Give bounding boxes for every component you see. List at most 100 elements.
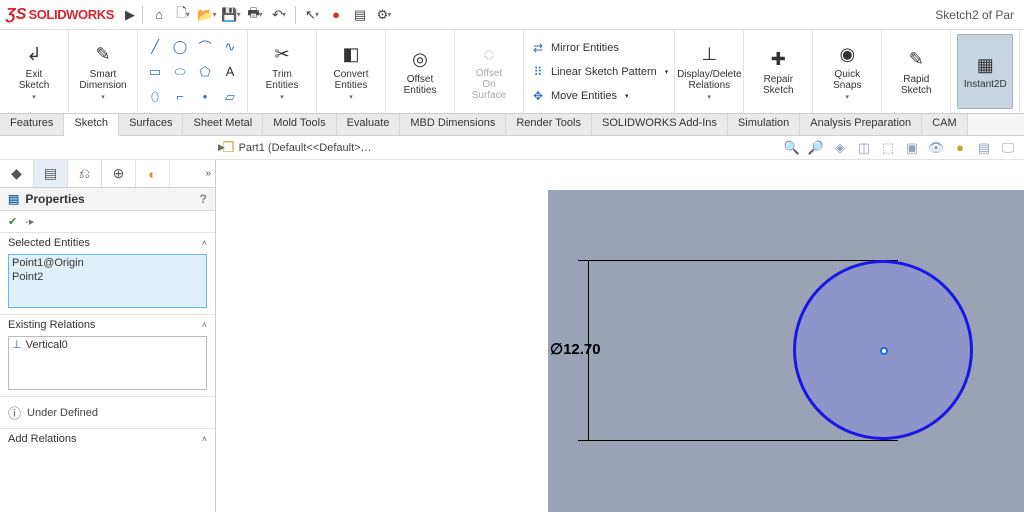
linear-pattern-button[interactable]: ⠿Linear Sketch Pattern▾ [530,61,668,83]
move-entities-button[interactable]: ✥Move Entities▾ [530,85,668,107]
breadcrumb-arrow-icon[interactable]: ▶ [218,142,225,153]
expand-menu-icon[interactable]: ▶ [120,5,140,25]
offset-surface-icon: ◌ [477,42,501,66]
home-icon[interactable]: ⌂ [149,5,169,25]
spline-tool-icon[interactable]: ∿ [219,36,241,58]
list-item[interactable]: Point1@Origin [12,257,203,271]
zoom-area-icon[interactable]: 🔎 [806,139,826,157]
edit-appearance-icon[interactable]: ● [950,139,970,157]
arc-tool-icon[interactable]: ⌒ [194,36,216,58]
chevron-up-icon: ˄ [202,238,207,248]
feature-manager-tab[interactable]: ◆ [0,160,34,187]
breadcrumb-bar: ▶ ❒ Part1 (Default<<Default>… 🔍 🔎 ◈ ◫ ⬚ … [0,136,1024,160]
dimension-label[interactable]: ∅12.70 [550,340,601,358]
info-icon: ⓘ [8,403,21,422]
fillet-tool-icon[interactable]: ⌐ [169,86,191,108]
offset-entities-button[interactable]: ◎OffsetEntities [392,34,448,109]
tab-sketch[interactable]: Sketch [64,114,119,136]
smart-dimension-button[interactable]: ✎SmartDimension▾ [75,34,131,109]
text-tool-icon[interactable]: A [219,61,241,83]
command-ribbon: ↲ExitSketch▾ ✎SmartDimension▾ ╱ ◯ ⌒ ∿ ▭ … [0,30,1024,114]
document-title: Sketch2 of Par [935,8,1018,22]
options-gear-icon[interactable]: ⚙▾ [374,5,394,25]
tab-render-tools[interactable]: Render Tools [506,114,592,135]
tab-analysis-preparation[interactable]: Analysis Preparation [800,114,922,135]
sketch-tools-palette: ╱ ◯ ⌒ ∿ ▭ ⬭ ⬠ A ⬯ ⌐ • ▱ [144,36,241,108]
print-icon[interactable]: 🖶▾ [245,5,265,25]
tab-solidworks-add-ins[interactable]: SOLIDWORKS Add-Ins [592,114,728,135]
repair-sketch-button[interactable]: ✚RepairSketch [750,34,806,109]
quick-snaps-button[interactable]: ◉QuickSnaps▾ [819,34,875,109]
mirror-entities-button[interactable]: ⇄Mirror Entities [530,37,668,59]
dimxpert-manager-tab[interactable]: ⊕ [102,160,136,187]
line-tool-icon[interactable]: ╱ [144,36,166,58]
display-manager-tab[interactable]: ◐ [136,160,170,187]
tab-mold-tools[interactable]: Mold Tools [263,114,336,135]
breadcrumb-text[interactable]: Part1 (Default<<Default>… [239,142,372,154]
selected-entities-list[interactable]: Point1@OriginPoint2 [8,254,207,308]
app-logo: ƷS SOLIDWORKS [6,6,114,24]
select-cursor-icon[interactable]: ↖▾ [302,5,322,25]
linear-pattern-icon: ⠿ [530,64,546,80]
trim-entities-button[interactable]: ✂TrimEntities▾ [254,34,310,109]
section-view-icon[interactable]: ◫ [854,139,874,157]
configuration-manager-tab[interactable]: ⎌ [68,160,102,187]
previous-view-icon[interactable]: ◈ [830,139,850,157]
instant2d-icon: ▦ [973,53,997,77]
move-icon: ✥ [530,88,546,104]
display-style-icon[interactable]: ▣ [902,139,922,157]
existing-relations-header[interactable]: Existing Relations˄ [0,314,215,333]
help-icon[interactable]: ? [200,192,207,206]
plane-tool-icon[interactable]: ▱ [219,86,241,108]
tab-features[interactable]: Features [0,114,64,135]
convert-entities-button[interactable]: ◧ConvertEntities▾ [323,34,379,109]
ellipse-tool-icon[interactable]: ⬯ [144,86,166,108]
title-bar: ƷS SOLIDWORKS ▶ ⌂ 🗋▾ 📂▾ 💾▾ 🖶▾ ↶▾ ↖▾ ● ▤ … [0,0,1024,30]
trim-icon: ✂ [270,43,294,67]
circle-center-point[interactable] [880,347,888,355]
display-delete-relations-button[interactable]: ⊥Display/DeleteRelations▾ [681,34,737,109]
apply-scene-icon[interactable]: ▤ [974,139,994,157]
tab-surfaces[interactable]: Surfaces [119,114,183,135]
selected-entities-header[interactable]: Selected Entities˄ [0,232,215,251]
rectangle-tool-icon[interactable]: ▭ [144,61,166,83]
polygon-tool-icon[interactable]: ⬠ [194,61,216,83]
command-manager-tabs: FeaturesSketchSurfacesSheet MetalMold To… [0,114,1024,136]
add-relations-header[interactable]: Add Relations˄ [0,428,215,447]
graphics-area[interactable]: ∅12.70 [216,160,1024,512]
list-item[interactable]: Point2 [12,271,203,285]
rapid-sketch-button[interactable]: ✎RapidSketch [888,34,944,109]
view-settings-icon[interactable]: 🖵 [998,139,1018,157]
convert-icon: ◧ [339,43,363,67]
open-file-icon[interactable]: 📂▾ [197,5,217,25]
tab-simulation[interactable]: Simulation [728,114,800,135]
rebuild-icon[interactable]: ● [326,5,346,25]
pin-button[interactable]: -▸ [25,215,34,228]
slot-tool-icon[interactable]: ⬭ [169,61,191,83]
relations-icon: ⊥ [697,43,721,67]
tab-sheet-metal[interactable]: Sheet Metal [183,114,263,135]
circle-tool-icon[interactable]: ◯ [169,36,191,58]
options-list-icon[interactable]: ▤ [350,5,370,25]
existing-relations-list[interactable]: ⊥Vertical0 [8,336,207,390]
new-file-icon[interactable]: 🗋▾ [173,5,193,25]
exit-sketch-button[interactable]: ↲ExitSketch▾ [6,34,62,109]
model-face[interactable]: ∅12.70 [548,190,1024,512]
list-item[interactable]: ⊥Vertical0 [12,339,203,353]
zoom-fit-icon[interactable]: 🔍 [782,139,802,157]
mirror-icon: ⇄ [530,40,546,56]
rapid-icon: ✎ [904,48,928,72]
save-icon[interactable]: 💾▾ [221,5,241,25]
tab-evaluate[interactable]: Evaluate [337,114,401,135]
instant2d-button[interactable]: ▦Instant2D [957,34,1013,109]
property-manager-tab[interactable]: ▤ [34,160,68,187]
tab-cam[interactable]: CAM [922,114,967,135]
panel-overflow-icon[interactable]: » [170,160,215,187]
chevron-up-icon: ˄ [202,434,207,444]
hide-show-icon[interactable]: 👁 [926,139,946,157]
view-orientation-icon[interactable]: ⬚ [878,139,898,157]
undo-icon[interactable]: ↶▾ [269,5,289,25]
point-tool-icon[interactable]: • [194,86,216,108]
tab-mbd-dimensions[interactable]: MBD Dimensions [400,114,506,135]
ok-button[interactable]: ✔ [8,215,17,228]
